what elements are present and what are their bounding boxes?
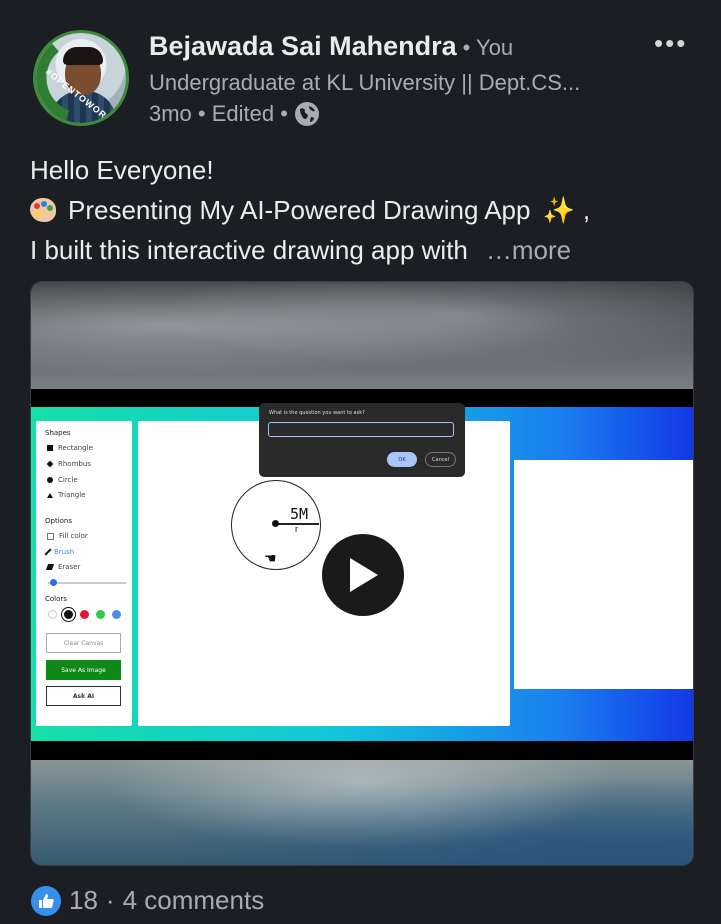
color-swatch-green [96, 610, 105, 619]
post-line-3-text: I built this interactive drawing app wit… [30, 235, 468, 265]
clear-canvas-button: Clear Canvas [46, 633, 121, 653]
option-label: Brush [54, 548, 75, 556]
sparkles-icon: ✨ [542, 195, 575, 225]
triangle-icon [47, 492, 53, 498]
shape-label: Circle [58, 476, 78, 484]
rhombus-icon [46, 460, 54, 468]
reactions-count[interactable]: 18 [69, 885, 98, 916]
shape-rhombus: Rhombus [46, 460, 91, 468]
avatar[interactable]: #OPENTOWORK [33, 30, 129, 126]
brush-icon [44, 548, 52, 556]
color-swatch-red [80, 610, 89, 619]
options-heading: Options [45, 517, 73, 525]
rectangle-icon [47, 445, 53, 451]
play-button[interactable] [322, 534, 404, 616]
author-name-line: Bejawada Sai Mahendra • You [149, 31, 513, 62]
shape-circle: Circle [47, 476, 78, 484]
post-time-edited: 3mo • Edited • [149, 101, 288, 126]
thumbs-up-icon [39, 893, 54, 908]
handwritten-label: 5M [290, 505, 309, 523]
color-swatch-white [48, 610, 57, 619]
shape-label: Rectangle [58, 444, 93, 452]
post-line-2: Presenting My AI-Powered Drawing App ✨, [30, 190, 590, 230]
post-line-2-suffix: , [582, 195, 591, 225]
eraser-icon [45, 564, 55, 570]
app-sidebar: Shapes Rectangle Rhombus Circle Triangle… [36, 421, 132, 726]
option-label: Eraser [58, 563, 81, 571]
dialog-input [268, 422, 454, 437]
shape-triangle: Triangle [47, 491, 86, 499]
post-line-1: Hello Everyone! [30, 155, 214, 185]
slider-knob [50, 579, 57, 586]
dialog-cancel-button: Cancel [425, 452, 456, 467]
author-name[interactable]: Bejawada Sai Mahendra [149, 31, 457, 62]
post-text: Hello Everyone! Presenting My AI-Powered… [30, 150, 590, 270]
shape-rectangle: Rectangle [47, 444, 93, 452]
color-swatch-black [64, 610, 73, 619]
drawn-center-dot [272, 520, 279, 527]
feed-post: #OPENTOWORK Bejawada Sai Mahendra • You … [0, 0, 721, 924]
post-line-2-text: Presenting My AI-Powered Drawing App [68, 195, 531, 225]
option-label: Fill color [59, 532, 88, 540]
shape-label: Rhombus [58, 460, 91, 468]
you-label: • You [462, 35, 514, 60]
play-icon [350, 558, 378, 592]
video-blur-top [31, 282, 693, 389]
handwritten-sublabel: r [295, 524, 298, 534]
ask-ai-button: Ask AI [46, 686, 121, 706]
video-player[interactable]: Shapes Rectangle Rhombus Circle Triangle… [30, 281, 694, 866]
shapes-heading: Shapes [45, 429, 71, 437]
social-counts: 18 · 4 comments [31, 885, 264, 916]
author-headline: Undergraduate at KL University || Dept.C… [149, 70, 581, 95]
comments-count-link[interactable]: 4 comments [123, 885, 265, 916]
dialog-ok-button: OK [387, 452, 417, 467]
video-letterbox-bottom [31, 741, 693, 760]
footer-separator: · [105, 885, 115, 915]
post-meta: 3mo • Edited • [149, 101, 320, 127]
more-options-icon[interactable]: ••• [654, 28, 687, 59]
globe-icon [294, 102, 319, 126]
artist-palette-icon [30, 198, 56, 222]
answer-panel [514, 460, 693, 689]
see-more-link[interactable]: …more [486, 230, 571, 270]
video-blur-bottom [31, 760, 693, 865]
colors-heading: Colors [45, 595, 67, 603]
option-eraser: Eraser [45, 563, 81, 571]
option-fill-color: Fill color [47, 532, 88, 540]
post-line-3: I built this interactive drawing app wit… [30, 230, 590, 270]
option-brush: Brush [44, 548, 75, 556]
circle-icon [47, 477, 53, 483]
color-swatch-blue [112, 610, 121, 619]
like-reaction-icon[interactable] [31, 885, 61, 916]
ask-dialog: What is the question you want to ask? OK… [259, 403, 465, 477]
checkbox-icon [47, 532, 54, 540]
hand-cursor-icon: ☚ [264, 550, 277, 566]
shape-label: Triangle [58, 491, 86, 499]
save-as-image-button: Save As Image [46, 660, 121, 680]
dialog-question: What is the question you want to ask? [269, 410, 365, 416]
brush-size-slider [48, 582, 126, 584]
